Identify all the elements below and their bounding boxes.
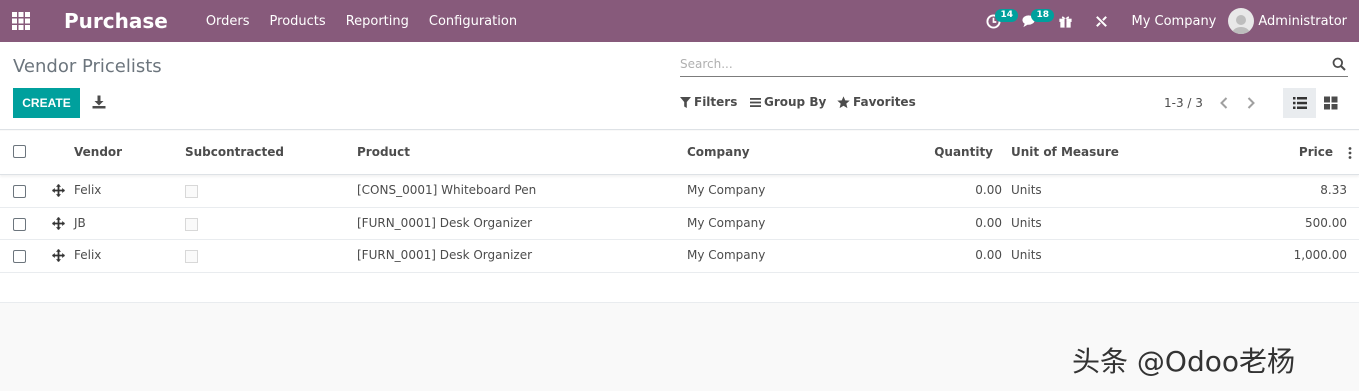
column-quantity[interactable]: Quantity bbox=[934, 145, 993, 159]
menu-item-configuration[interactable]: Configuration bbox=[419, 14, 527, 29]
page-title[interactable]: Vendor Pricelists bbox=[13, 56, 162, 77]
table-header: Vendor Subcontracted Product Company Qua… bbox=[0, 131, 1359, 175]
kanban-view-button[interactable] bbox=[1316, 88, 1346, 118]
optional-columns-icon[interactable] bbox=[1347, 146, 1353, 160]
filters-label: Filters bbox=[694, 95, 738, 109]
control-panel: Vendor Pricelists CREATE Filters Group B… bbox=[0, 42, 1359, 130]
cell-unit-of-measure: Units bbox=[1011, 183, 1042, 197]
column-product[interactable]: Product bbox=[357, 145, 410, 159]
subcontracted-checkbox bbox=[185, 250, 198, 263]
favorites-button[interactable]: Favorites bbox=[837, 95, 916, 109]
apps-grid-icon bbox=[12, 12, 30, 30]
cell-product: [FURN_0001] Desk Organizer bbox=[357, 215, 533, 230]
group-by-icon bbox=[750, 97, 761, 107]
group-by-button[interactable]: Group By bbox=[750, 95, 826, 109]
select-all-checkbox[interactable] bbox=[13, 145, 26, 158]
table-row[interactable]: Felix [CONS_0001] Whiteboard Pen My Comp… bbox=[0, 175, 1359, 208]
cell-unit-of-measure: Units bbox=[1011, 248, 1042, 262]
drag-handle-icon[interactable] bbox=[52, 216, 65, 230]
search-bar bbox=[680, 53, 1348, 77]
menu-item-orders[interactable]: Orders bbox=[196, 14, 260, 29]
cell-price: 500.00 bbox=[1305, 215, 1347, 230]
favorites-label: Favorites bbox=[853, 95, 916, 109]
cell-quantity: 0.00 bbox=[975, 248, 1002, 262]
cell-product: [FURN_0001] Desk Organizer bbox=[357, 248, 533, 262]
messaging-menu[interactable]: 18 bbox=[1011, 0, 1055, 42]
apps-menu-button[interactable] bbox=[0, 0, 42, 42]
top-menu: Orders Products Reporting Configuration bbox=[196, 14, 527, 29]
cell-quantity: 0.00 bbox=[975, 183, 1002, 197]
search-input[interactable] bbox=[680, 53, 1310, 75]
table-footer-row bbox=[0, 273, 1359, 303]
menu-item-reporting[interactable]: Reporting bbox=[336, 14, 419, 29]
gift-icon bbox=[1059, 16, 1072, 28]
cell-company: My Company bbox=[687, 248, 766, 262]
activity-menu[interactable]: 14 bbox=[975, 0, 1019, 42]
cell-unit-of-measure: Units bbox=[1011, 215, 1042, 230]
gift-menu[interactable] bbox=[1047, 0, 1083, 42]
create-button[interactable]: CREATE bbox=[13, 88, 80, 118]
chevron-right-icon[interactable] bbox=[1245, 96, 1257, 110]
table-row[interactable]: JB [FURN_0001] Desk Organizer My Company… bbox=[0, 208, 1359, 240]
column-vendor[interactable]: Vendor bbox=[74, 145, 122, 159]
menu-item-products[interactable]: Products bbox=[260, 14, 336, 29]
drag-handle-icon[interactable] bbox=[52, 249, 65, 262]
row-checkbox[interactable] bbox=[13, 217, 26, 231]
user-avatar-icon bbox=[1232, 15, 1251, 34]
group-by-label: Group By bbox=[764, 95, 827, 109]
drag-handle-icon[interactable] bbox=[52, 184, 65, 197]
kanban-view-icon bbox=[1324, 96, 1338, 110]
cell-vendor: Felix bbox=[74, 248, 102, 262]
pager-value[interactable]: 1-3 / 3 bbox=[1164, 96, 1203, 110]
subcontracted-checkbox bbox=[185, 185, 198, 198]
chevron-left-icon[interactable] bbox=[1218, 96, 1230, 110]
avatar bbox=[1228, 8, 1255, 34]
main-navbar: Purchase Orders Products Reporting Confi… bbox=[0, 0, 1359, 42]
debug-tools-icon bbox=[1096, 15, 1107, 27]
filters-button[interactable]: Filters bbox=[680, 95, 737, 109]
list-view-button[interactable] bbox=[1283, 88, 1316, 118]
subcontracted-checkbox bbox=[185, 217, 198, 231]
company-switcher[interactable]: My Company bbox=[1119, 14, 1228, 29]
star-icon bbox=[837, 95, 850, 108]
cell-price: 1,000.00 bbox=[1293, 248, 1347, 262]
user-menu[interactable]: Administrator bbox=[1228, 8, 1359, 34]
systray: 14 18 My Company Administrator bbox=[975, 0, 1359, 42]
cell-quantity: 0.00 bbox=[975, 215, 1002, 230]
row-checkbox[interactable] bbox=[13, 250, 26, 263]
download-icon[interactable] bbox=[92, 95, 106, 109]
column-price[interactable]: Price bbox=[1299, 145, 1333, 159]
vendor-pricelist-table: Vendor Subcontracted Product Company Qua… bbox=[0, 131, 1359, 303]
app-name[interactable]: Purchase bbox=[64, 9, 168, 33]
list-view-icon bbox=[1292, 97, 1307, 109]
column-unit-of-measure[interactable]: Unit of Measure bbox=[1011, 145, 1119, 159]
debug-menu[interactable] bbox=[1083, 0, 1119, 42]
watermark-text: 头条 @Odoo老杨 bbox=[1072, 345, 1295, 378]
cell-price: 8.33 bbox=[1320, 183, 1347, 197]
table-row[interactable]: Felix [FURN_0001] Desk Organizer My Comp… bbox=[0, 240, 1359, 273]
cell-vendor: Felix bbox=[74, 183, 102, 197]
user-name: Administrator bbox=[1258, 13, 1347, 29]
cell-product: [CONS_0001] Whiteboard Pen bbox=[357, 183, 537, 197]
cell-company: My Company bbox=[687, 183, 766, 197]
column-subcontracted[interactable]: Subcontracted bbox=[185, 145, 284, 159]
cell-company: My Company bbox=[687, 215, 766, 230]
row-checkbox[interactable] bbox=[13, 185, 26, 198]
cell-vendor: JB bbox=[74, 215, 86, 230]
search-icon[interactable] bbox=[1332, 57, 1346, 71]
filter-icon bbox=[680, 96, 691, 108]
column-company[interactable]: Company bbox=[687, 145, 750, 159]
